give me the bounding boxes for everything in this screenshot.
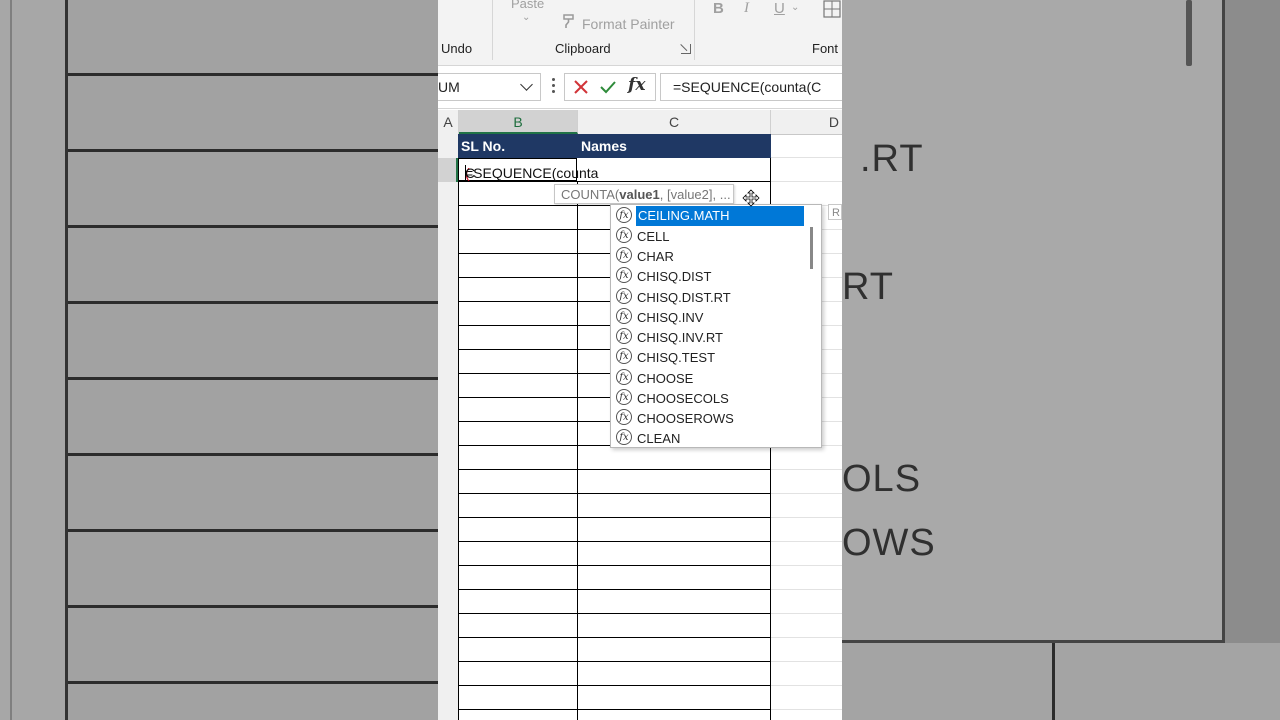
italic-button[interactable]: I <box>744 0 749 17</box>
format-painter-icon <box>563 14 574 28</box>
autocomplete-item[interactable]: fx CHOOSECOLS <box>614 388 804 408</box>
cell-c2[interactable] <box>577 158 770 181</box>
column-header-c[interactable]: C <box>578 110 771 134</box>
autocomplete-item[interactable]: fx CHISQ.TEST <box>614 347 804 367</box>
name-box[interactable]: UM <box>438 73 541 101</box>
function-icon: fx <box>616 288 632 304</box>
move-cursor-icon <box>742 189 760 207</box>
font-group-label: Font <box>812 41 839 56</box>
undo-group-label: Undo <box>441 41 473 56</box>
function-tooltip[interactable]: COUNTA(value1, [value2], ... <box>554 184 734 204</box>
header-cell-sl-no[interactable]: SL No. <box>458 134 578 158</box>
row-headers <box>438 134 459 720</box>
function-icon: fx <box>616 227 632 243</box>
side-label-box: R <box>828 204 842 220</box>
table-border <box>577 134 578 720</box>
formula-bar: UM fx =SEQUENCE(counta(C <box>438 66 842 109</box>
autocomplete-item[interactable]: fx CHISQ.DIST <box>614 266 804 286</box>
ribbon: Paste ⌄ Format Painter Undo Clipboard B … <box>438 0 842 66</box>
ribbon-separator <box>492 0 493 60</box>
paste-button[interactable]: Paste <box>511 0 544 11</box>
function-icon: fx <box>616 247 632 263</box>
table-border <box>458 134 459 720</box>
function-icon: fx <box>616 389 632 405</box>
bg-grid-blur <box>842 643 1280 720</box>
cancel-icon[interactable] <box>573 79 589 95</box>
function-icon: fx <box>616 267 632 283</box>
function-icon: fx <box>616 348 632 364</box>
tooltip-function: COUNTA( <box>561 187 620 202</box>
function-icon: fx <box>616 308 632 324</box>
bg-text: OWS <box>842 522 936 564</box>
ribbon-separator <box>694 0 695 60</box>
column-header-a[interactable]: A <box>438 110 459 134</box>
tooltip-other-args: , [value2], ... <box>659 187 731 202</box>
formula-text: =SEQUENCE(counta(C <box>673 79 822 95</box>
column-headers: A B C D <box>438 110 842 135</box>
formula-input[interactable]: =SEQUENCE(counta(C <box>660 73 842 101</box>
text-cursor <box>465 165 466 180</box>
bg-text: RT <box>842 266 894 308</box>
format-painter-button[interactable]: Format Painter <box>582 16 675 32</box>
bg-table-blur <box>65 0 438 720</box>
autocomplete-item[interactable]: fx CHISQ.DIST.RT <box>614 287 804 307</box>
underline-button[interactable]: U <box>774 0 785 17</box>
background-left-blur <box>0 0 438 720</box>
autocomplete-item[interactable]: fx CEILING.MATH <box>614 206 804 226</box>
bg-text: .RT <box>860 138 924 180</box>
autocomplete-item[interactable]: fx CLEAN <box>614 428 804 448</box>
function-icon: fx <box>616 369 632 385</box>
insert-function-icon[interactable]: fx <box>628 75 645 95</box>
autocomplete-item[interactable]: fx CHISQ.INV.RT <box>614 327 804 347</box>
function-icon: fx <box>616 207 632 223</box>
more-options-icon[interactable] <box>552 78 555 96</box>
paste-dropdown-icon[interactable]: ⌄ <box>522 12 530 23</box>
row-header-selected[interactable] <box>438 158 458 182</box>
header-cell-names[interactable]: Names <box>578 134 771 158</box>
autocomplete-item[interactable]: fx CHAR <box>614 246 804 266</box>
borders-icon[interactable] <box>823 0 841 18</box>
column-header-b[interactable]: B <box>459 110 578 134</box>
autocomplete-item[interactable]: fx CHOOSEROWS <box>614 408 804 428</box>
background-right-blur: .RT RT OLS OWS <box>842 0 1280 720</box>
autocomplete-item[interactable]: fx CHISQ.INV <box>614 307 804 327</box>
autocomplete-item[interactable]: fx CHOOSE <box>614 368 804 388</box>
bg-line <box>10 0 12 720</box>
function-icon: fx <box>616 409 632 425</box>
autocomplete-item[interactable]: fx CELL <box>614 226 804 246</box>
bold-button[interactable]: B <box>713 0 724 17</box>
column-header-d[interactable]: D <box>771 110 841 134</box>
tooltip-current-arg: value1 <box>619 187 660 202</box>
autocomplete-scrollbar[interactable] <box>805 207 819 445</box>
clipboard-group-label: Clipboard <box>555 41 611 56</box>
function-icon: fx <box>616 328 632 344</box>
chevron-down-icon[interactable] <box>520 78 533 91</box>
scrollbar-thumb[interactable] <box>810 227 813 269</box>
function-autocomplete[interactable]: fx CEILING.MATH fx CELL fx CHAR fx CHISQ.DIS… <box>610 204 822 448</box>
function-icon: fx <box>616 429 632 445</box>
worksheet-grid[interactable]: SL No. Names =SEQUENCE(counta(C COUNTA(v… <box>438 134 842 720</box>
bg-scrollbar <box>1186 0 1192 66</box>
bg-text: OLS <box>842 458 922 500</box>
underline-dropdown-icon[interactable]: ⌄ <box>791 2 799 13</box>
name-box-value: UM <box>438 79 460 95</box>
formula-buttons: fx <box>564 73 656 101</box>
enter-check-icon[interactable] <box>599 79 617 95</box>
dialog-launcher-icon[interactable] <box>681 44 691 54</box>
excel-window: Paste ⌄ Format Painter Undo Clipboard B … <box>438 0 842 720</box>
active-cell-b2[interactable]: =SEQUENCE(counta(C <box>458 158 598 181</box>
